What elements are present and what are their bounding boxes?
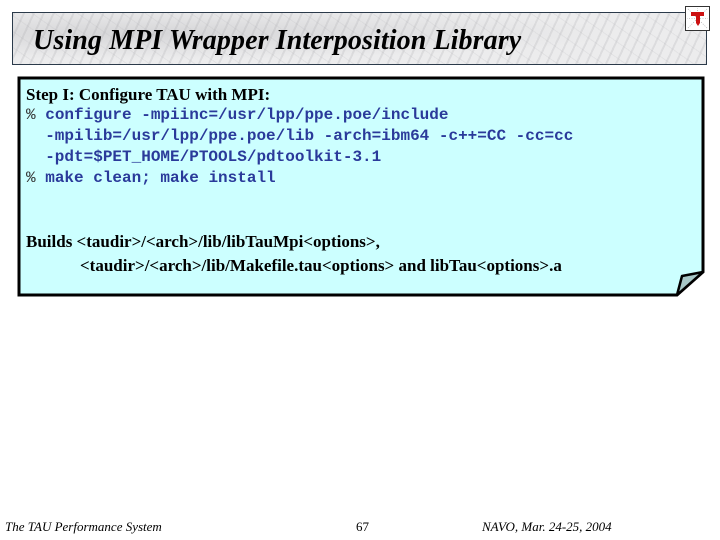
builds-line-1: Builds <taudir>/<arch>/lib/libTauMpi<opt… [26, 232, 380, 251]
builds-line-2: <taudir>/<arch>/lib/Makefile.tau<options… [80, 256, 562, 275]
slide-title: Using MPI Wrapper Interposition Library [33, 25, 522, 56]
code-line-2: -mpilib=/usr/lpp/ppe.poe/lib -arch=ibm64… [26, 126, 686, 147]
builds-description: Builds <taudir>/<arch>/lib/libTauMpi<opt… [26, 230, 562, 278]
shell-prompt: % [26, 106, 36, 124]
footer-page-number: 67 [356, 519, 369, 534]
code-text: configure -mpiinc=/usr/lpp/ppe.poe/inclu… [35, 106, 449, 124]
code-line-1: % configure -mpiinc=/usr/lpp/ppe.poe/inc… [26, 105, 686, 126]
code-text: make clean; make install [35, 169, 276, 187]
shell-prompt: % [26, 169, 36, 187]
step-heading: Step I: Configure TAU with MPI: [26, 85, 271, 104]
code-line-4: % make clean; make install [26, 168, 686, 189]
code-text: -mpilib=/usr/lpp/ppe.poe/lib -arch=ibm64… [26, 127, 574, 145]
code-line-3: -pdt=$PET_HOME/PTOOLS/pdtoolkit-3.1 [26, 147, 686, 168]
note-folded-corner [675, 270, 705, 297]
footer-event-date: NAVO, Mar. 24-25, 2004 [482, 519, 612, 534]
code-text: -pdt=$PET_HOME/PTOOLS/pdtoolkit-3.1 [26, 148, 382, 166]
footer-presentation-title: The TAU Performance System [5, 519, 162, 534]
note-box: Step I: Configure TAU with MPI: % config… [17, 76, 705, 297]
tau-pushpin-logo-icon [685, 6, 710, 31]
title-banner: Using MPI Wrapper Interposition Library [12, 12, 707, 65]
